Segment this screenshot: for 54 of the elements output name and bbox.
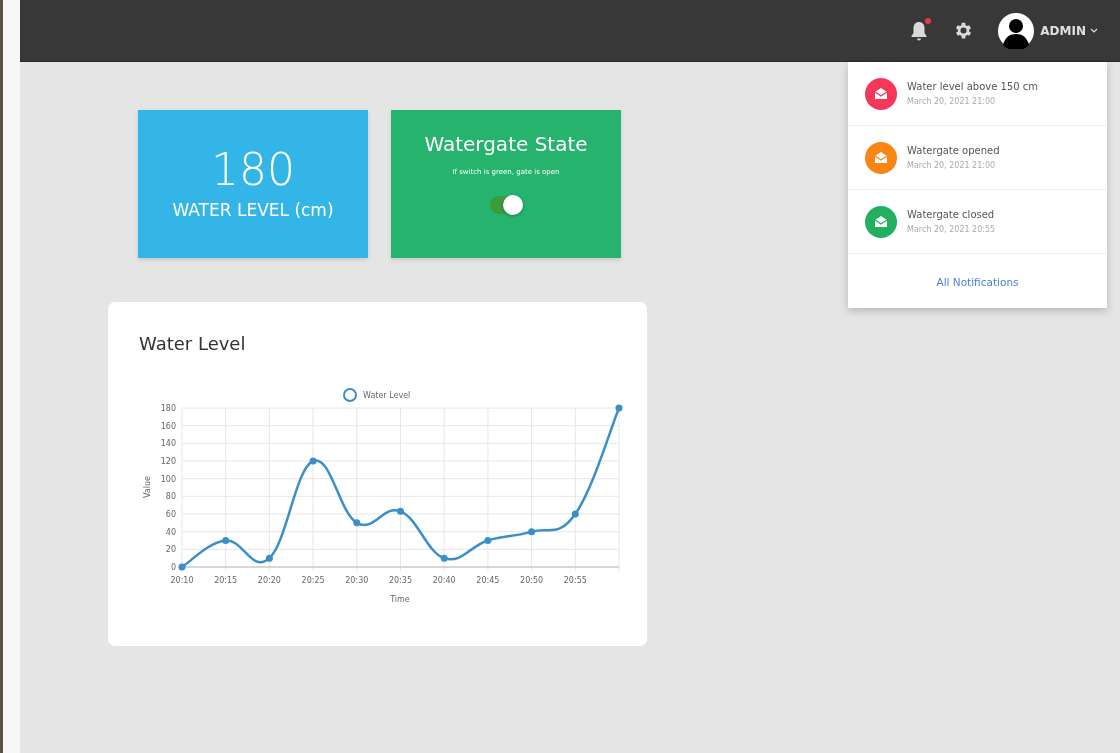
legend-marker[interactable] <box>343 388 357 402</box>
notification-time: March 20, 2021 20:55 <box>907 225 996 234</box>
data-point <box>178 563 186 571</box>
notification-title: Watergate closed <box>907 209 996 220</box>
data-point <box>484 537 492 544</box>
user-menu[interactable]: ADMIN <box>1040 23 1098 38</box>
x-tick-label: 20:25 <box>301 576 325 585</box>
data-point <box>265 554 273 562</box>
water-level-label: WATER LEVEL (cm) <box>172 200 334 220</box>
notification-title: Water level above 150 cm <box>907 81 1039 92</box>
data-point <box>528 528 536 536</box>
x-tick-label: 20:30 <box>345 576 369 585</box>
notification-time: March 20, 2021 21:00 <box>907 161 997 170</box>
notification-title: Watergate opened <box>907 145 1000 156</box>
x-tick-label: 20:15 <box>214 576 238 585</box>
y-tick-label: 80 <box>165 492 176 502</box>
x-tick-label: 20:40 <box>432 576 456 585</box>
notification-time: March 20, 2021 21:00 <box>907 97 997 106</box>
x-tick-label: 20:10 <box>170 576 194 585</box>
data-point <box>222 537 230 544</box>
y-tick-label: 120 <box>160 457 176 466</box>
y-tick-label: 100 <box>160 474 176 484</box>
data-point <box>571 510 579 518</box>
x-tick-label: 20:55 <box>563 576 587 585</box>
x-tick-label: 20:50 <box>520 576 544 585</box>
y-tick-label: 160 <box>160 421 176 431</box>
x-tick-label: 20:20 <box>257 576 281 585</box>
y-tick-label: 180 <box>160 404 176 413</box>
gate-switch[interactable] <box>490 196 522 214</box>
data-point <box>309 457 317 465</box>
y-tick-label: 40 <box>165 527 176 537</box>
data-point <box>615 404 623 412</box>
data-point <box>353 519 361 527</box>
all-notifications-link[interactable]: All Notifications <box>936 276 1019 288</box>
y-axis-title: Value <box>143 476 152 498</box>
water-level-value: 180 <box>211 148 295 192</box>
x-axis-title: Time <box>390 595 410 604</box>
caret-icon <box>1090 28 1098 33</box>
y-tick-label: 60 <box>165 510 176 519</box>
x-tick-label: 20:45 <box>476 576 500 585</box>
y-tick-label: 0 <box>170 563 176 572</box>
notification-item[interactable]: Water level above 150 cm March 20, 2021 21:00 <box>848 62 1107 126</box>
legend-label: Water Level <box>363 391 411 400</box>
y-tick-label: 20 <box>165 545 176 555</box>
x-tick-label: 20:35 <box>388 576 413 585</box>
data-point <box>397 507 404 515</box>
bell-icon[interactable] <box>909 19 930 42</box>
notification-item[interactable]: Watergate closed March 20, 2021 20:55 <box>848 190 1107 254</box>
avatar-icon[interactable] <box>998 12 1035 49</box>
watergate-title: Watergate State <box>424 132 588 156</box>
notification-item[interactable]: Watergate opened March 20, 2021 21:00 <box>848 126 1107 190</box>
chart-title: Water Level <box>139 333 246 354</box>
y-tick-label: 140 <box>160 439 176 449</box>
data-point <box>440 554 448 562</box>
